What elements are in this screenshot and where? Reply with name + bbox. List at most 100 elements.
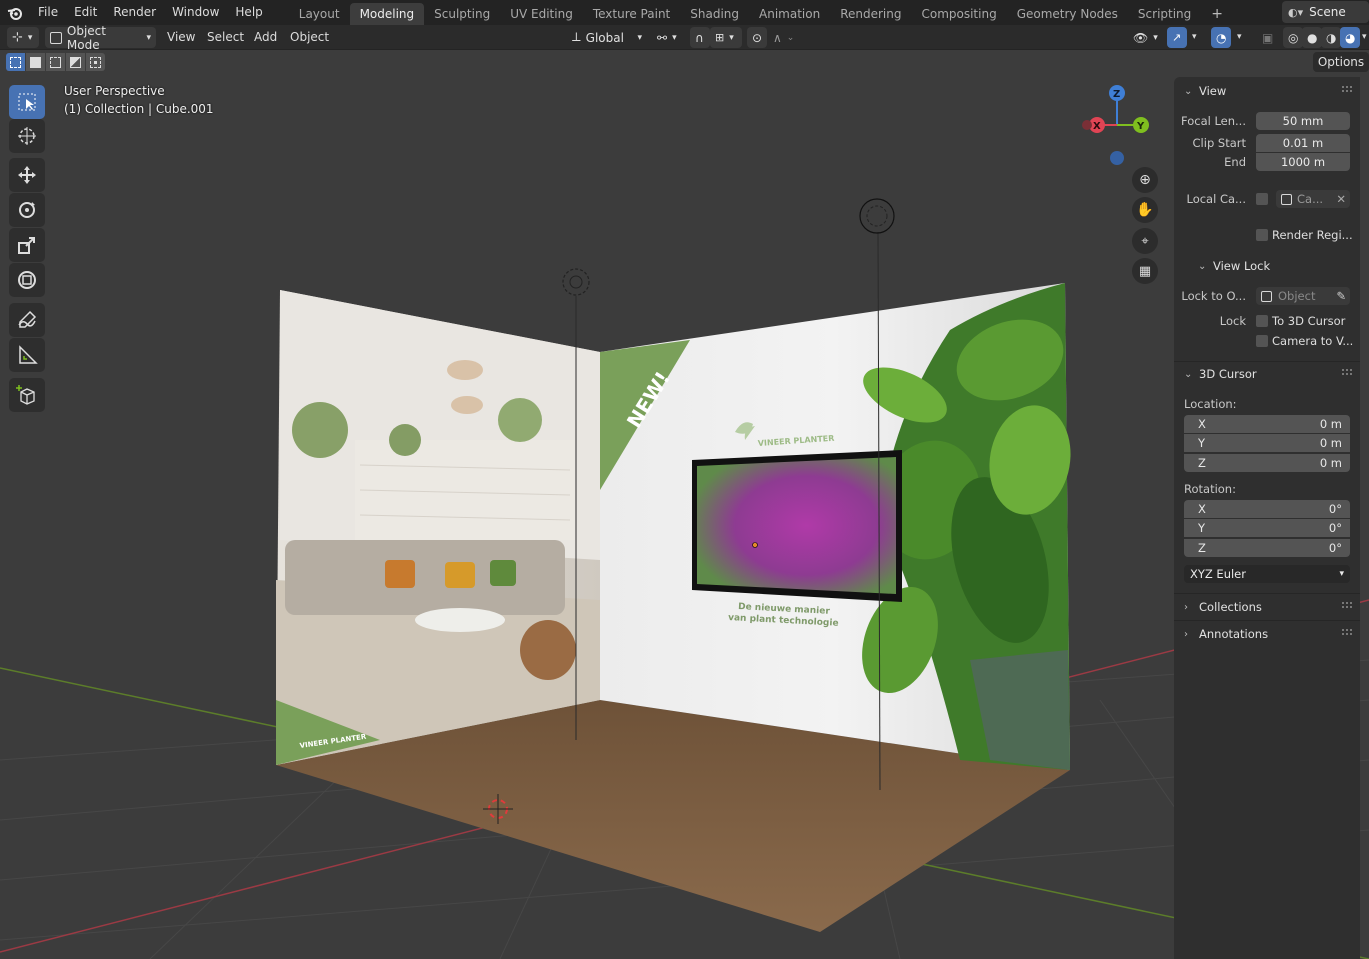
- camera-icon: ⌖: [1141, 233, 1149, 249]
- cursor-location-z[interactable]: Z0 m: [1184, 454, 1350, 472]
- clip-end-field[interactable]: 1000 m: [1256, 153, 1350, 171]
- menu-help[interactable]: Help: [227, 0, 270, 25]
- menu-edit[interactable]: Edit: [66, 0, 105, 25]
- blender-logo-icon[interactable]: [0, 0, 30, 25]
- tab-sculpting[interactable]: Sculpting: [424, 3, 500, 25]
- cursor-location-x[interactable]: X0 m: [1184, 415, 1350, 433]
- overlays-dropdown-icon[interactable]: ▾: [1237, 25, 1242, 49]
- light-2-icon[interactable]: [859, 198, 895, 234]
- rotation-mode-dropdown[interactable]: XYZ Euler ▾: [1184, 565, 1350, 583]
- xray-icon: ▣: [1262, 30, 1274, 45]
- annotations-section-header[interactable]: › Annotations: [1184, 627, 1268, 641]
- render-region-checkbox[interactable]: [1256, 229, 1268, 241]
- menu-add[interactable]: Add: [254, 25, 277, 49]
- shading-material[interactable]: ◑: [1321, 27, 1341, 48]
- tab-rendering[interactable]: Rendering: [830, 3, 911, 25]
- view-lock-section-header[interactable]: ⌄ View Lock: [1198, 259, 1270, 273]
- lock-to-object-field[interactable]: Object ✎: [1256, 287, 1350, 305]
- eyedropper-icon[interactable]: ✎: [1336, 289, 1346, 303]
- pan-button[interactable]: ✋: [1132, 197, 1158, 223]
- falloff-dropdown[interactable]: ∧ ⌄: [768, 27, 796, 48]
- tab-scripting[interactable]: Scripting: [1128, 3, 1201, 25]
- mode-dropdown[interactable]: Object Mode ▾: [45, 24, 156, 52]
- select-box-tool[interactable]: [9, 85, 45, 119]
- move-tool[interactable]: [9, 158, 45, 192]
- menu-object[interactable]: Object: [290, 25, 329, 49]
- snap-toggle[interactable]: ∩: [690, 27, 710, 48]
- overlays-toggle[interactable]: ◔: [1211, 27, 1231, 48]
- scale-tool[interactable]: [9, 228, 45, 262]
- tab-texture-paint[interactable]: Texture Paint: [583, 3, 680, 25]
- lock-to-cursor-checkbox[interactable]: [1256, 315, 1268, 327]
- cursor-tool[interactable]: [9, 119, 45, 153]
- cursor-location-y[interactable]: Y0 m: [1184, 434, 1350, 452]
- annotate-tool[interactable]: [9, 303, 45, 337]
- options-button[interactable]: Options: [1313, 52, 1369, 72]
- clear-x-icon[interactable]: ✕: [1336, 192, 1346, 206]
- tab-uv-editing[interactable]: UV Editing: [500, 3, 583, 25]
- focal-length-field[interactable]: 50 mm: [1256, 112, 1350, 130]
- menu-view[interactable]: View: [167, 25, 195, 49]
- select-extend-button[interactable]: [26, 53, 45, 71]
- top-bar: File Edit Render Window Help Layout Mode…: [0, 0, 1369, 25]
- cursor-rotation-z[interactable]: Z 0°: [1184, 539, 1350, 557]
- tab-layout[interactable]: Layout: [289, 3, 350, 25]
- menu-render[interactable]: Render: [105, 0, 164, 25]
- perspective-toggle-button[interactable]: ▦: [1132, 258, 1158, 284]
- 3d-cursor-section-header[interactable]: ⌄ 3D Cursor: [1184, 367, 1257, 381]
- camera-to-view-checkbox[interactable]: [1256, 335, 1268, 347]
- transform-tool[interactable]: [9, 263, 45, 297]
- drag-grip-icon[interactable]: [1342, 86, 1352, 92]
- 3d-viewport[interactable]: VINEER PLANTER NEW! VINEER PLANTER De ni…: [0, 50, 1369, 959]
- shading-solid[interactable]: ●: [1302, 27, 1322, 48]
- select-new-button[interactable]: [6, 53, 25, 71]
- snap-target-dropdown[interactable]: ⊞ ▾: [710, 27, 742, 48]
- shading-rendered[interactable]: ◕: [1340, 27, 1360, 48]
- xray-toggle[interactable]: ▣: [1257, 27, 1277, 48]
- local-camera-field[interactable]: Ca... ✕: [1276, 190, 1350, 208]
- editor-type-button[interactable]: ⊹ ▾: [7, 27, 39, 48]
- tab-modeling[interactable]: Modeling: [349, 2, 425, 25]
- tab-compositing[interactable]: Compositing: [911, 3, 1006, 25]
- render-region-label: Render Regi...: [1272, 228, 1353, 242]
- clip-start-field[interactable]: 0.01 m: [1256, 134, 1350, 152]
- axes-icon: ⊹: [12, 30, 23, 45]
- scene-selector[interactable]: ◐▾ Scene: [1282, 1, 1369, 23]
- shading-dropdown-icon[interactable]: ▾: [1362, 25, 1367, 49]
- menu-select[interactable]: Select: [207, 25, 244, 49]
- menu-file[interactable]: File: [30, 0, 66, 25]
- rotate-tool[interactable]: [9, 193, 45, 227]
- shading-wireframe[interactable]: ◎: [1283, 27, 1303, 48]
- cursor-rotation-y[interactable]: Y 0°: [1184, 519, 1350, 537]
- gizmo-dropdown-icon[interactable]: ▾: [1192, 25, 1197, 49]
- scene-name: Scene: [1309, 5, 1346, 19]
- pivot-dropdown[interactable]: ⚯ ▾: [652, 27, 686, 48]
- cursor-rotation-x[interactable]: X 0°: [1184, 500, 1350, 518]
- orientation-dropdown[interactable]: ⟂ Global ▾: [567, 27, 647, 48]
- add-cube-tool[interactable]: [9, 378, 45, 412]
- rotate-icon: [19, 202, 35, 218]
- tab-shading[interactable]: Shading: [680, 3, 749, 25]
- collections-section-header[interactable]: › Collections: [1184, 600, 1262, 614]
- select-invert-button[interactable]: [66, 53, 85, 71]
- drag-grip-icon[interactable]: [1342, 602, 1352, 608]
- view-section-header[interactable]: ⌄ View: [1184, 84, 1226, 98]
- tab-animation[interactable]: Animation: [749, 3, 830, 25]
- drag-grip-icon[interactable]: [1342, 629, 1352, 635]
- select-intersect-button[interactable]: [86, 53, 105, 71]
- zoom-button[interactable]: ⊕: [1132, 167, 1158, 193]
- visibility-dropdown[interactable]: 👁 ▾: [1128, 27, 1162, 48]
- menu-window[interactable]: Window: [164, 0, 227, 25]
- light-1-icon[interactable]: [562, 268, 590, 296]
- viewport-header: ⊹ ▾ Object Mode ▾ View Select Add Object …: [0, 24, 1369, 52]
- select-subtract-button[interactable]: [46, 53, 65, 71]
- proportional-edit-toggle[interactable]: ⊙: [747, 27, 767, 48]
- local-camera-checkbox[interactable]: [1256, 193, 1268, 205]
- material-sphere-icon: ◑: [1326, 30, 1337, 45]
- measure-tool[interactable]: [9, 338, 45, 372]
- drag-grip-icon[interactable]: [1342, 369, 1352, 375]
- add-workspace-button[interactable]: +: [1201, 3, 1233, 25]
- camera-view-button[interactable]: ⌖: [1132, 228, 1158, 254]
- gizmo-toggle[interactable]: ↗: [1167, 27, 1187, 48]
- tab-geometry-nodes[interactable]: Geometry Nodes: [1007, 3, 1128, 25]
